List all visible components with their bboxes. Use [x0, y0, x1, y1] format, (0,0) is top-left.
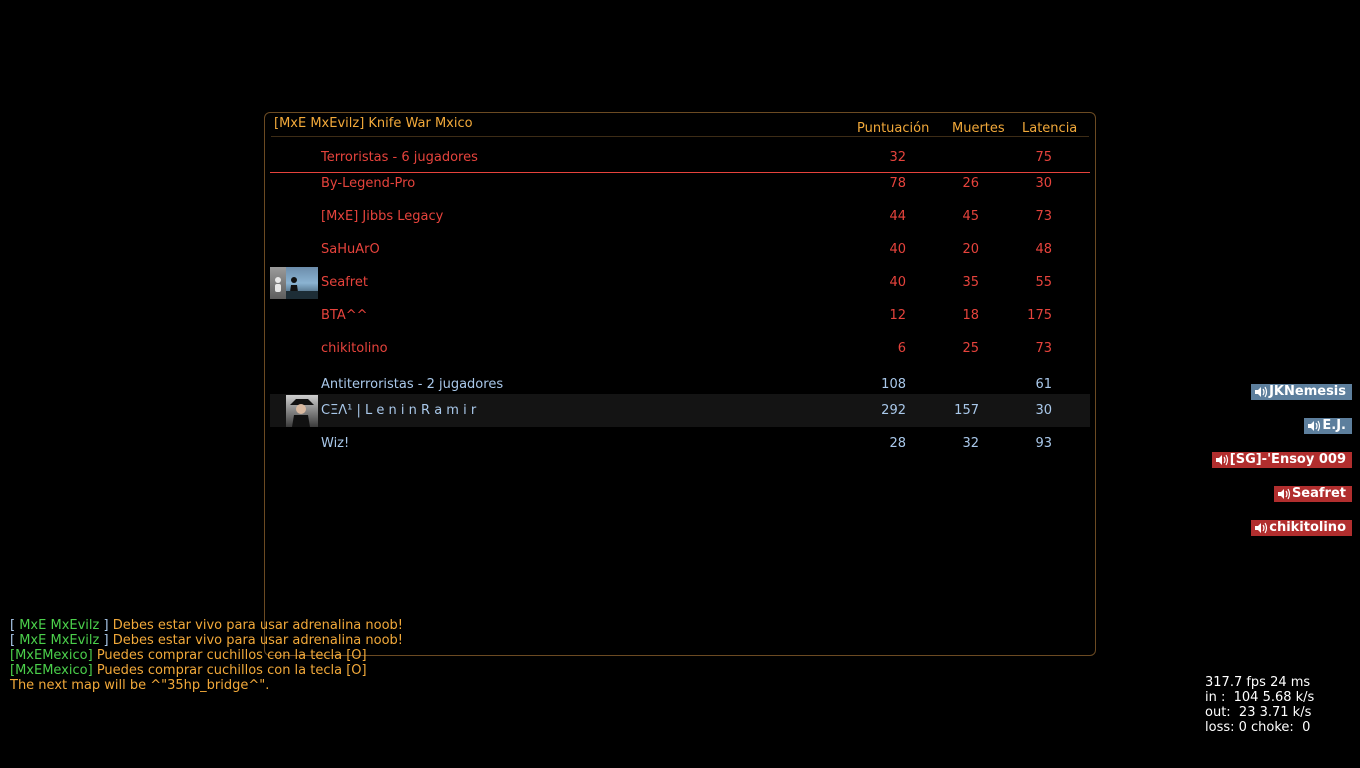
chat-tag: MxE MxEvilz: [19, 633, 100, 648]
speaker-icon: [1276, 486, 1292, 507]
player-ping: 73: [1035, 209, 1052, 224]
netgraph-line: loss: 0 choke: 0: [1205, 720, 1311, 735]
player-ping: 55: [1035, 275, 1052, 290]
team-ping: 61: [1035, 377, 1052, 392]
player-row[interactable]: chikitolino 6 25 73: [270, 332, 1090, 365]
player-deaths: 25: [962, 341, 979, 356]
voice-player-name: chikitolino: [1269, 520, 1346, 535]
chat-message: Debes estar vivo para usar adrenalina no…: [112, 618, 404, 633]
player-score: 292: [881, 403, 906, 418]
team-score: 108: [881, 377, 906, 392]
player-avatar: [270, 267, 318, 299]
voice-player-name: JKNemesis: [1269, 384, 1346, 399]
speaker-icon: [1214, 452, 1230, 473]
player-row[interactable]: CΞΛ¹ | L e n i n R a m i r 292 157 30: [270, 394, 1090, 427]
speaker-icon: [1253, 520, 1269, 541]
voice-badge: chikitolino: [1251, 520, 1352, 536]
chat-message: Puedes comprar cuchillos con la tecla [O…: [96, 663, 367, 678]
player-score: 28: [889, 436, 906, 451]
player-deaths: 18: [962, 308, 979, 323]
chat-tag: [MxEMexico]: [10, 663, 93, 678]
player-ping: 48: [1035, 242, 1052, 257]
player-deaths: 26: [962, 176, 979, 191]
player-deaths: 45: [962, 209, 979, 224]
player-deaths: 32: [962, 436, 979, 451]
chat-line: [ MxE MxEvilz ] Debes estar vivo para us…: [10, 633, 403, 648]
player-row[interactable]: [MxE] Jibbs Legacy 44 45 73: [270, 200, 1090, 233]
team-name: Antiterroristas - 2 jugadores: [321, 377, 504, 392]
player-score: 44: [889, 209, 906, 224]
team-score: 32: [889, 150, 906, 165]
voice-badge: [SG]-'Ensoy 009: [1211, 452, 1352, 468]
player-name: CΞΛ¹ | L e n i n R a m i r: [321, 403, 477, 418]
player-score: 40: [889, 275, 906, 290]
speaker-icon: [1253, 384, 1269, 405]
netgraph-line: in : 104 5.68 k/s: [1205, 690, 1315, 705]
net-graph: 317.7 fps 24 ms in : 104 5.68 k/s out: 23 …: [1205, 675, 1314, 735]
chat-line: [MxEMexico] Puedes comprar cuchillos con…: [10, 648, 403, 663]
speaker-icon: [1306, 418, 1322, 439]
chat-line: [MxEMexico] Puedes comprar cuchillos con…: [10, 663, 403, 678]
chat-message: The next map will be ^"35hp_bridge^".: [10, 678, 270, 693]
player-name: Wiz!: [321, 436, 350, 451]
player-score: 40: [889, 242, 906, 257]
header-divider: [271, 136, 1089, 137]
player-ping: 93: [1035, 436, 1052, 451]
chat-bracket: ]: [99, 633, 113, 648]
chat-log: [ MxE MxEvilz ] Debes estar vivo para us…: [10, 618, 403, 693]
player-name: BTA^^: [321, 308, 368, 323]
player-ping: 175: [1027, 308, 1052, 323]
player-row[interactable]: SaHuArO 40 20 48: [270, 233, 1090, 266]
player-name: By-Legend-Pro: [321, 176, 416, 191]
netgraph-line: out: 23 3.71 k/s: [1205, 705, 1312, 720]
player-name: SaHuArO: [321, 242, 380, 257]
chat-line: The next map will be ^"35hp_bridge^".: [10, 678, 403, 693]
netgraph-line: 317.7 fps 24 ms: [1205, 675, 1311, 690]
player-name: Seafret: [321, 275, 368, 290]
chat-bracket: [: [10, 618, 20, 633]
team-name: Terroristas - 6 jugadores: [321, 150, 478, 165]
player-name: [MxE] Jibbs Legacy: [321, 209, 444, 224]
player-ping: 30: [1035, 176, 1052, 191]
chat-tag: [MxEMexico]: [10, 648, 93, 663]
player-score: 12: [889, 308, 906, 323]
chat-bracket: [: [10, 633, 20, 648]
chat-message: Debes estar vivo para usar adrenalina no…: [112, 633, 404, 648]
chat-bracket: ]: [99, 618, 113, 633]
chat-tag: MxE MxEvilz: [19, 618, 100, 633]
voice-player-name: Seafret: [1291, 486, 1346, 501]
player-deaths: 20: [962, 242, 979, 257]
chat-message: Puedes comprar cuchillos con la tecla [O…: [96, 648, 367, 663]
server-title: [MxE MxEvilz] Knife War Mxico: [274, 116, 473, 131]
player-name: chikitolino: [321, 341, 388, 356]
player-row[interactable]: Seafret 40 35 55: [270, 266, 1090, 299]
chat-line: [ MxE MxEvilz ] Debes estar vivo para us…: [10, 618, 403, 633]
voice-player-name: E.J.: [1322, 418, 1346, 433]
column-header-score: Puntuación: [857, 121, 930, 136]
player-avatar: [270, 395, 318, 427]
player-row[interactable]: By-Legend-Pro 78 26 30: [270, 167, 1090, 200]
voice-badge: JKNemesis: [1251, 384, 1352, 400]
voice-player-name: [SG]-'Ensoy 009: [1229, 452, 1346, 467]
player-ping: 73: [1035, 341, 1052, 356]
player-row[interactable]: BTA^^ 12 18 175: [270, 299, 1090, 332]
player-deaths: 35: [962, 275, 979, 290]
voice-badge: Seafret: [1273, 486, 1352, 502]
scoreboard-panel: [MxE MxEvilz] Knife War Mxico Puntuación…: [264, 112, 1096, 656]
player-score: 6: [897, 341, 906, 356]
team-ping: 75: [1035, 150, 1052, 165]
player-row[interactable]: Wiz! 28 32 93: [270, 427, 1090, 460]
player-ping: 30: [1035, 403, 1052, 418]
voice-badge: E.J.: [1304, 418, 1352, 434]
player-deaths: 157: [954, 403, 979, 418]
column-header-ping: Latencia: [1022, 121, 1078, 136]
column-header-deaths: Muertes: [952, 121, 1005, 136]
player-score: 78: [889, 176, 906, 191]
